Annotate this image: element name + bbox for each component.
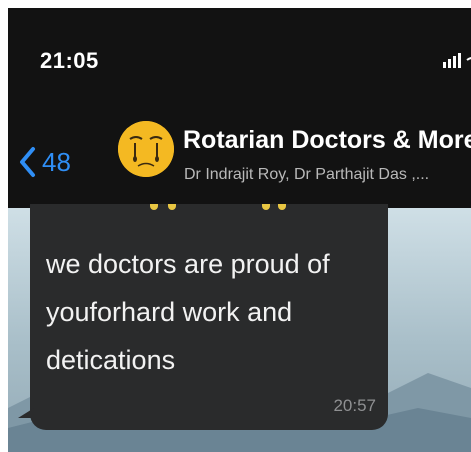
message-time: 20:57 <box>333 396 376 415</box>
unread-count: 48 <box>42 146 71 177</box>
crying-emoji-icon <box>118 121 174 177</box>
bubble-tail <box>18 408 34 418</box>
message-bubble[interactable]: we doctors are proud of youforhard work … <box>30 204 388 430</box>
chevron-left-icon <box>20 147 35 177</box>
chat-header: 21:05 48 Rotarian Doctors & More Dr Indr… <box>8 8 471 208</box>
emoji-fragment <box>278 204 286 210</box>
chat-screen: 21:05 48 Rotarian Doctors & More Dr Indr… <box>8 8 471 452</box>
emoji-fragment <box>150 204 158 210</box>
group-avatar[interactable] <box>118 121 174 177</box>
emoji-fragment <box>262 204 270 210</box>
back-button[interactable]: 48 <box>18 142 71 182</box>
chat-participants[interactable]: Dr Indrajit Roy, Dr Parthajit Das ,... <box>184 166 429 184</box>
chat-title[interactable]: Rotarian Doctors & More <box>183 126 471 155</box>
message-text: we doctors are proud of youforhard work … <box>46 249 330 375</box>
status-time: 21:05 <box>40 48 99 73</box>
signal-icon <box>443 53 471 68</box>
status-icons <box>441 50 471 70</box>
emoji-fragment <box>168 204 176 210</box>
